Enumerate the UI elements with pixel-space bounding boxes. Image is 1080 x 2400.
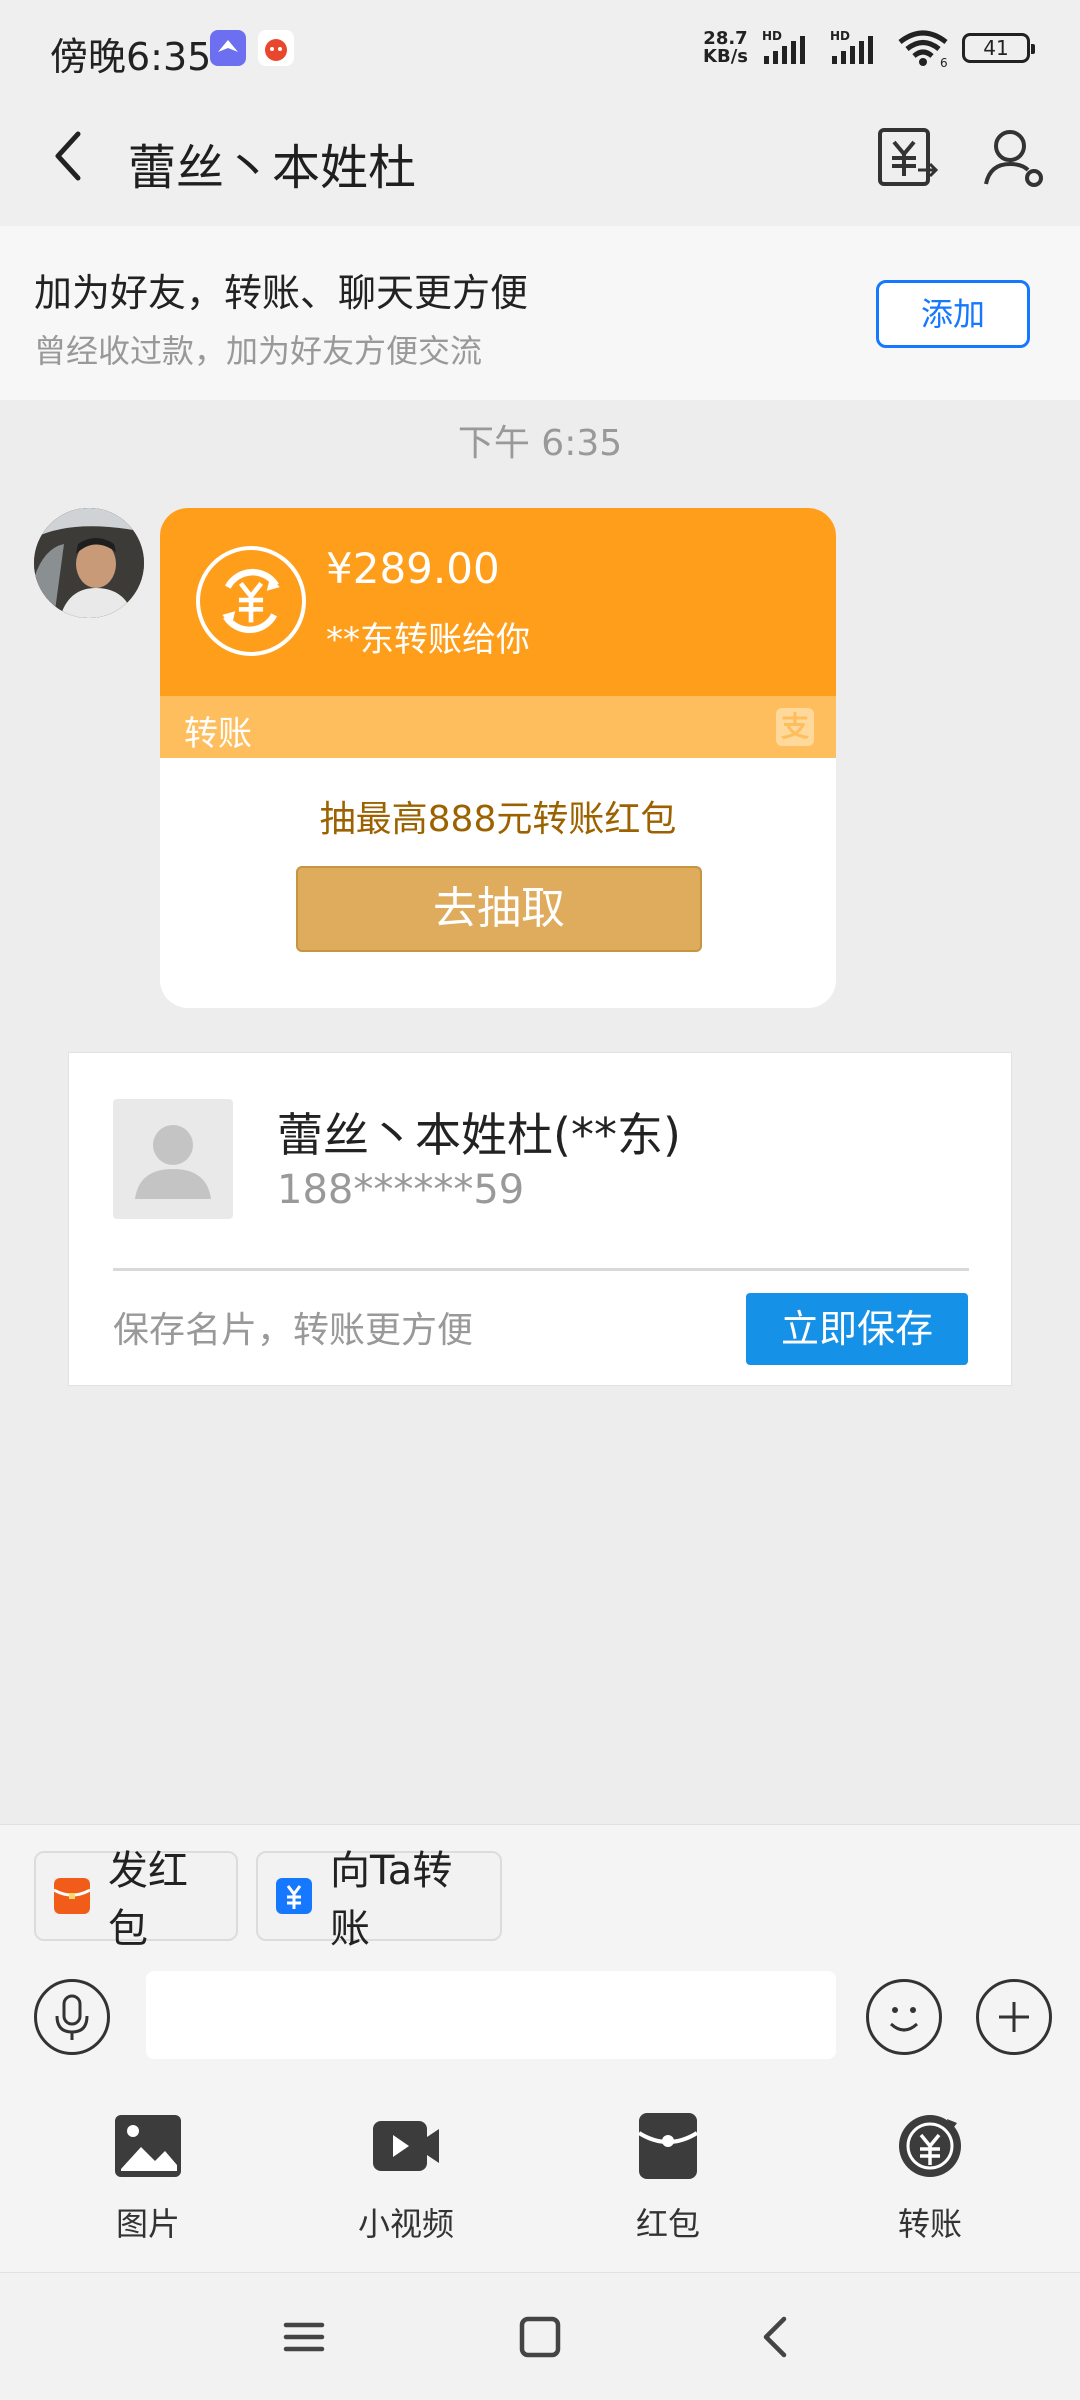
save-contact-button[interactable]: 立即保存 [746,1293,968,1365]
input-panel: 发红包 向Ta转账 图片 小视频 红包 转账 [0,1824,1080,2272]
banner-subtitle: 曾经收过款，加为好友方便交流 [34,332,483,370]
microphone-icon [55,1994,89,2040]
wifi-icon: 6 [898,30,948,68]
add-friend-banner: 加为好友，转账、聊天更方便 曾经收过款，加为好友方便交流 添加 [0,226,1080,400]
tool-image[interactable]: 图片 [48,2111,248,2245]
add-friend-button[interactable]: 添加 [876,280,1030,348]
menu-icon[interactable] [274,2307,334,2367]
plus-icon [999,2002,1029,2032]
contact-placeholder-avatar [113,1099,233,1219]
input-row [0,1971,1080,2071]
transfer-card-header: ¥289.00 **东转账给你 [160,508,836,696]
status-time: 傍晚6:35 [50,35,212,79]
system-navigation-bar [0,2272,1080,2400]
red-envelope-icon [637,2113,699,2179]
tool-red-packet[interactable]: 红包 [568,2111,768,2245]
red-envelope-icon [53,1878,91,1914]
battery-indicator: 41 [962,33,1035,63]
save-contact-hint: 保存名片，转账更方便 [113,1310,474,1351]
transfer-coin-icon [196,546,306,656]
voice-input-button[interactable] [34,1979,110,2055]
emoji-button[interactable] [866,1979,942,2055]
contact-name: 蕾丝丶本姓杜(**东) [277,1108,681,1162]
tool-label: 红包 [635,2205,700,2243]
message-input[interactable] [146,1971,836,2059]
tool-label: 转账 [897,2205,962,2243]
divider [113,1268,969,1271]
transfer-description: **东转账给你 [326,620,530,660]
quick-action-label: 发红包 [108,1848,188,1952]
video-icon [373,2121,439,2171]
chat-header: 蕾丝丶本姓杜 [0,92,1080,226]
app-notification-icon [210,30,246,66]
banner-title: 加为好友，转账、聊天更方便 [34,271,529,315]
sender-avatar[interactable] [34,508,144,618]
transfer-icon [899,2115,961,2177]
image-icon [115,2115,181,2177]
contact-card[interactable]: 蕾丝丶本姓杜(**东) 188******59 保存名片，转账更方便 立即保存 [68,1052,1012,1386]
cell-signal-icon-2: HD [830,30,873,64]
cell-signal-icon: HD [762,30,805,64]
transfer-to-them-chip[interactable]: 向Ta转账 [256,1848,502,1952]
chat-timestamp: 下午 6:35 [457,423,623,464]
promo-text: 抽最高888元转账红包 [319,799,677,840]
status-bar: 傍晚6:35 28.7 KB/s HD HD 6 41 [0,0,1080,92]
tool-label: 小视频 [357,2205,454,2243]
tool-video[interactable]: 小视频 [306,2111,506,2245]
alipay-logo-icon: 支 [776,708,814,746]
tool-label: 图片 [115,2205,180,2243]
back-arrow-icon[interactable] [40,120,100,192]
profile-settings-icon[interactable] [982,124,1046,190]
quick-action-label: 向Ta转账 [330,1848,453,1952]
transfer-label: 转账 [184,714,252,754]
app-notification-icon-2 [258,30,294,66]
draw-red-packet-button[interactable]: 去抽取 [296,866,702,952]
chat-title: 蕾丝丶本姓杜 [128,140,417,196]
tool-transfer[interactable]: 转账 [830,2111,1030,2245]
back-triangle-icon[interactable] [746,2307,806,2367]
svg-text:6: 6 [940,56,948,68]
svg-text:HD: HD [762,30,782,43]
contact-phone: 188******59 [277,1167,525,1213]
transfer-card-icon [276,1878,312,1914]
home-square-icon[interactable] [510,2307,570,2367]
send-red-packet-chip[interactable]: 发红包 [34,1848,238,1952]
transfer-amount: ¥289.00 [326,544,500,593]
smiley-icon [889,2007,919,2032]
transfer-message-card[interactable]: ¥289.00 **东转账给你 转账 支 抽最高888元转账红包 去抽取 [160,508,836,1008]
more-options-button[interactable] [976,1979,1052,2055]
transfer-label-bar: 转账 支 [160,696,836,758]
bill-icon[interactable] [876,124,940,190]
svg-text:HD: HD [830,30,850,43]
network-speed: 28.7 KB/s [703,28,748,67]
